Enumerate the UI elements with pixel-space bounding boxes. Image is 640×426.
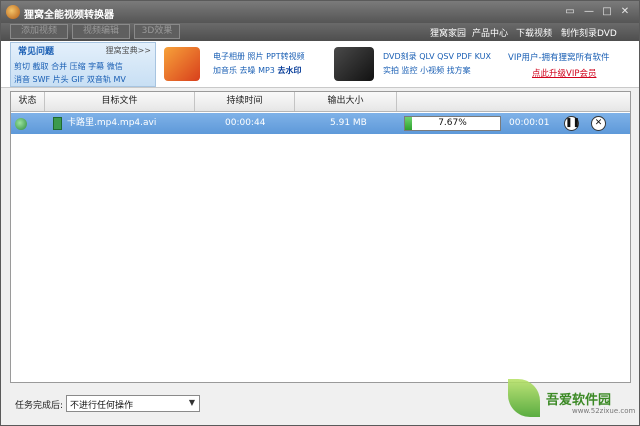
window-title: 狸窝全能视频转换器 (24, 10, 114, 21)
header-output-size[interactable]: 输出大小 (295, 92, 397, 111)
faq-panel: 常见问题 狸窝宝典>> 剪切 截取 合并 压缩 字幕 微信 消音 SWF 片头 … (10, 42, 156, 87)
row-output-size: 5.91 MB (330, 118, 367, 128)
promo1-line1[interactable]: 电子相册 照片 PPT转视频 (213, 51, 305, 62)
after-task-select[interactable]: 不进行任何操作 ▼ (66, 395, 200, 412)
header-status[interactable]: 状态 (11, 92, 45, 111)
promo1-line2-text: 加音乐 去噪 MP3 (213, 66, 275, 75)
maximize-button[interactable]: □ (600, 5, 614, 19)
title-bar: 狸窝全能视频转换器 ▭ — □ ✕ (1, 1, 639, 23)
task-table: 状态 目标文件 持续时间 输出大小 卡路里.mp4.mp4.avi 00:00:… (10, 91, 631, 383)
conversion-progress-bar: 7.67% (404, 116, 501, 131)
promo2-line1[interactable]: DVD刻录 QLV QSV PDF KUX (383, 51, 491, 62)
toolbar: 添加视频 视频编辑 3D效果 狸窝家园 产品中心 下载视频 制作刻录DVD (1, 23, 639, 41)
nav-download-link[interactable]: 下载视频 (516, 26, 552, 39)
nav-home-link[interactable]: 狸窝家园 (430, 26, 466, 39)
faq-guide-link[interactable]: 狸窝宝典>> (106, 45, 151, 56)
faq-title: 常见问题 (18, 47, 55, 57)
promo-banner: 常见问题 狸窝宝典>> 剪切 截取 合并 压缩 字幕 微信 消音 SWF 片头 … (1, 41, 639, 88)
nav-dvd-link[interactable]: 制作刻录DVD (561, 26, 617, 39)
app-window: 狸窝全能视频转换器 ▭ — □ ✕ 添加视频 视频编辑 3D效果 狸窝家园 产品… (0, 0, 640, 426)
app-logo-icon (6, 5, 20, 19)
add-video-button[interactable]: 添加视频 (10, 24, 68, 39)
vip-upgrade-link[interactable]: 点此升级VIP会员 (532, 67, 596, 79)
table-header: 状态 目标文件 持续时间 输出大小 (11, 92, 630, 112)
close-button[interactable]: ✕ (618, 5, 632, 19)
faq-topics-line1[interactable]: 剪切 截取 合并 压缩 字幕 微信 (14, 61, 123, 72)
header-target-file[interactable]: 目标文件 (45, 92, 195, 111)
site-watermark: 吾爱软件园 www.52zixue.com (506, 371, 638, 423)
header-progress (397, 92, 630, 111)
pause-button[interactable]: ❚❚ (564, 116, 580, 131)
after-task-label: 任务完成后: (15, 401, 64, 411)
progress-percent: 7.67% (438, 118, 467, 128)
vip-title: VIP用户-拥有狸窝所有软件 (508, 53, 610, 63)
restore-icon[interactable]: ▭ (563, 5, 577, 19)
watermark-text: 吾爱软件园 (546, 393, 612, 408)
promo1-watermark-text: 去水印 (277, 66, 302, 75)
table-row[interactable]: 卡路里.mp4.mp4.avi 00:00:44 5.91 MB 7.67% 0… (11, 113, 630, 134)
3d-effect-button[interactable]: 3D效果 (134, 24, 180, 39)
leaf-logo-icon (508, 379, 540, 417)
dvd-phone-icon[interactable] (334, 47, 374, 81)
minimize-button[interactable]: — (582, 5, 596, 19)
edit-video-button[interactable]: 视频编辑 (72, 24, 130, 39)
nav-products-link[interactable]: 产品中心 (472, 26, 508, 39)
row-duration: 00:00:44 (225, 118, 266, 128)
promo2-line2[interactable]: 实拍 监控 小视频 找方案 (383, 65, 471, 76)
cancel-task-button[interactable]: ✕ (591, 116, 606, 131)
ppt-video-icon[interactable] (164, 47, 200, 81)
after-task-select-value: 不进行任何操作 (70, 401, 134, 411)
video-file-icon (53, 117, 62, 130)
faq-topics-line2[interactable]: 消音 SWF 片头 GIF 双音轨 MV (14, 74, 126, 85)
chevron-down-icon: ▼ (188, 398, 195, 407)
watermark-url: www.52zixue.com (572, 407, 636, 415)
header-duration[interactable]: 持续时间 (195, 92, 295, 111)
row-elapsed-time: 00:00:01 (509, 118, 550, 128)
converting-status-icon (15, 118, 27, 130)
promo1-line2[interactable]: 加音乐 去噪 MP3 去水印 (213, 65, 301, 76)
row-filename: 卡路里.mp4.mp4.avi (67, 118, 157, 128)
